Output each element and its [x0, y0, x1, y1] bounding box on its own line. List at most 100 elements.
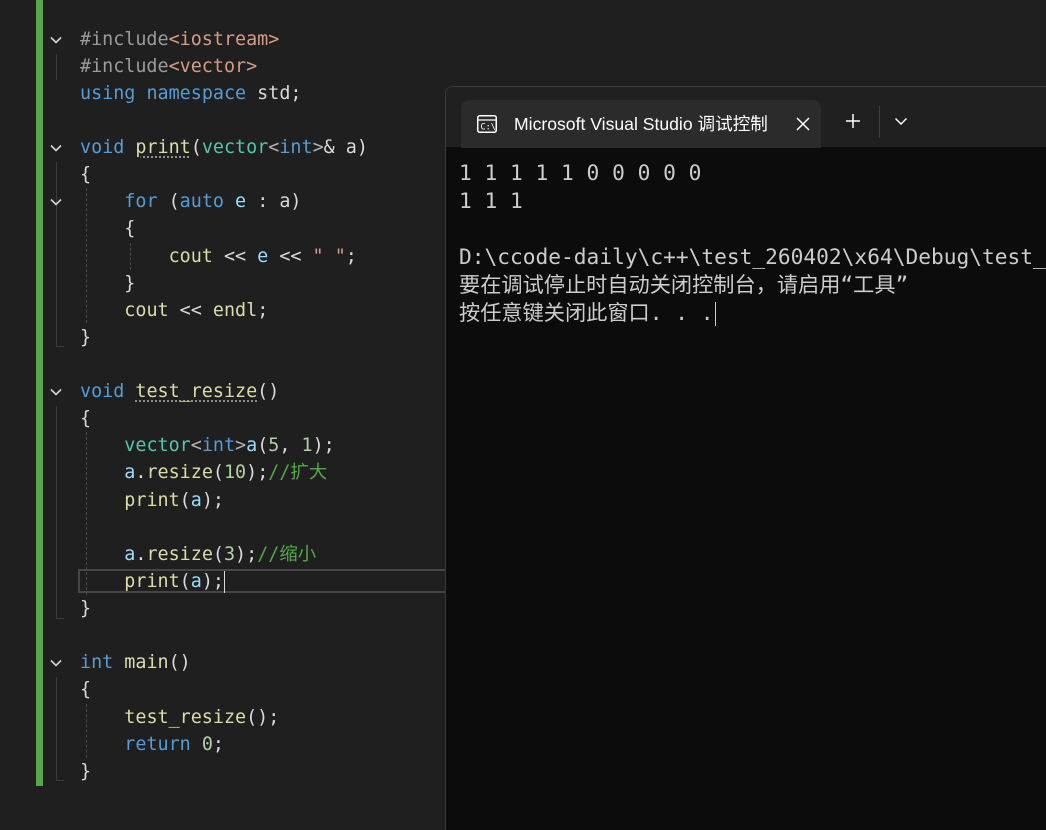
titlebar-separator	[879, 106, 880, 138]
fold-region-line	[56, 406, 57, 619]
code-token: (	[179, 490, 191, 511]
console-output: 1 1 1 1 1 0 0 0 0 0 1 1 1 D:\ccode-daily…	[459, 159, 1046, 327]
output-line-text: 按任意键关闭此窗口. . .	[459, 300, 714, 325]
code-token: ,	[279, 435, 302, 456]
code-token: for	[124, 191, 158, 212]
output-line: D:\ccode-daily\c++\test_260402\x64\Debug…	[459, 244, 1046, 269]
output-line: 按任意键关闭此窗口. . .	[459, 299, 1046, 327]
code-token: vector	[201, 137, 269, 158]
code-token: //扩大	[268, 462, 328, 483]
code-token: 1	[301, 435, 313, 456]
code-text: {	[80, 161, 91, 188]
code-token: " "	[312, 246, 346, 267]
code-token: ();	[246, 707, 280, 728]
fold-chevron-icon[interactable]	[47, 26, 65, 53]
code-token: <<	[212, 246, 258, 267]
code-token: (	[190, 137, 202, 158]
fold-chevron-icon[interactable]	[47, 134, 65, 161]
code-token: 10	[223, 462, 247, 483]
fold-chevron-icon[interactable]	[47, 378, 65, 405]
code-token: a	[190, 490, 202, 511]
code-text: void print(vector<int>& a)	[80, 134, 368, 161]
plus-icon[interactable]	[841, 109, 865, 133]
code-token: <iostream>	[168, 29, 280, 50]
code-text: void test_resize()	[80, 378, 279, 405]
code-token: );	[246, 462, 269, 483]
code-text: vector<int>a(5, 1);	[80, 432, 335, 459]
console-tab[interactable]: C:\ Microsoft Visual Studio 调试控制台	[461, 100, 821, 148]
code-token: );	[312, 435, 335, 456]
current-line-highlight	[78, 569, 446, 593]
code-text: }	[80, 324, 91, 351]
code-token: #include	[80, 29, 169, 50]
code-token: print	[135, 137, 191, 158]
code-text: {	[80, 215, 135, 242]
chevron-down-icon[interactable]	[889, 109, 913, 133]
code-token: test_resize	[135, 381, 258, 402]
code-token: }	[80, 598, 92, 619]
code-token: <	[268, 137, 280, 158]
code-token: int	[201, 435, 236, 456]
code-token: }	[80, 327, 92, 348]
output-line: 1 1 1	[459, 188, 523, 213]
code-token: int	[80, 652, 114, 673]
code-token: std;	[246, 83, 302, 104]
code-token: <<	[168, 300, 213, 321]
output-line: 1 1 1 1 1 0 0 0 0 0	[459, 160, 702, 185]
code-token: }	[80, 761, 92, 782]
code-token: .	[135, 462, 147, 483]
code-token: //缩小	[257, 544, 317, 565]
code-token: void	[80, 137, 125, 158]
console-window[interactable]: C:\ Microsoft Visual Studio 调试控制台 1 1 1 …	[445, 86, 1046, 830]
code-token: ()	[168, 652, 191, 673]
code-token: >	[312, 137, 324, 158]
code-text: cout << endl;	[80, 297, 268, 324]
code-token: e	[235, 191, 247, 212]
code-token: using	[80, 83, 136, 104]
code-text: a.resize(3);//缩小	[80, 541, 316, 568]
code-token: test_resize	[124, 707, 247, 728]
code-token: #include	[80, 56, 169, 77]
code-text: {	[80, 676, 91, 703]
code-text: for (auto e : a)	[80, 188, 301, 215]
code-token: );	[201, 490, 224, 511]
code-token: (	[257, 435, 269, 456]
code-token: e	[257, 246, 269, 267]
code-token: resize	[146, 544, 213, 565]
code-token: a	[246, 435, 258, 456]
fold-chevron-icon[interactable]	[47, 649, 65, 676]
code-token: ;	[345, 246, 357, 267]
fold-chevron-icon[interactable]	[47, 188, 65, 215]
code-text: using namespace std;	[80, 80, 301, 107]
code-token: {	[80, 408, 92, 429]
code-text: print(a);	[80, 487, 224, 514]
close-icon[interactable]	[791, 112, 815, 136]
svg-text:C:\: C:\	[481, 123, 496, 133]
code-token: 3	[223, 544, 236, 565]
code-token: (	[157, 191, 180, 212]
code-text: }	[80, 270, 135, 297]
text-caret	[224, 571, 225, 593]
code-text: {	[80, 405, 91, 432]
code-token: & a)	[323, 137, 368, 158]
code-token: ;	[212, 734, 224, 755]
code-token: cout	[168, 246, 213, 267]
change-tracking-bar	[36, 0, 43, 786]
code-text: return 0;	[80, 731, 224, 758]
code-token: (	[212, 544, 224, 565]
output-line: 要在调试停止时自动关闭控制台，请启用“工具”	[459, 272, 909, 297]
code-token: {	[80, 164, 92, 185]
code-text: cout << e << " ";	[80, 243, 357, 270]
code-text: #include<iostream>	[80, 26, 279, 53]
code-token: a	[124, 544, 136, 565]
